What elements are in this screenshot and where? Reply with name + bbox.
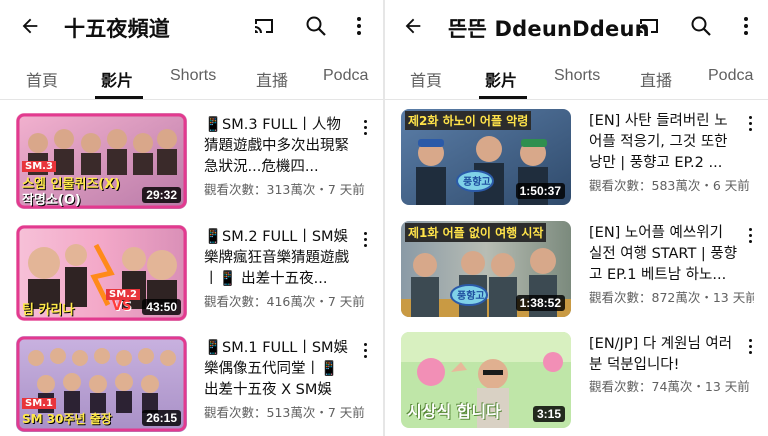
- video-duration: 1:38:52: [515, 295, 565, 311]
- search-icon[interactable]: [302, 12, 330, 40]
- video-more-icon[interactable]: [356, 338, 374, 362]
- video-more-icon[interactable]: [356, 115, 374, 139]
- channel-tabs: 首頁 影片 Shorts 直播 Podca: [385, 56, 768, 100]
- thumbnail-logo-text: 풍향고: [457, 291, 485, 302]
- tab-home[interactable]: 首頁: [26, 67, 58, 91]
- right-pane: 뜬뜬 DdeunDdeun 首頁 影片 Shorts 直播 Podca 제2화 …: [385, 0, 768, 436]
- video-title[interactable]: 📱SM.1 FULL丨SM娛樂偶像五代同堂丨📱 出差十五夜 X SM娛樂...: [204, 338, 354, 401]
- video-duration: 1:50:37: [515, 183, 565, 199]
- search-icon[interactable]: [687, 12, 715, 40]
- video-thumbnail[interactable]: SM.1 SM 30주년 출장 26:15: [16, 336, 187, 432]
- thumbnail-badge: SM.1: [22, 398, 56, 409]
- video-title[interactable]: [EN/JP] 다 계원님 여러분 덕분입니다!: [589, 334, 739, 376]
- video-duration: 43:50: [142, 299, 181, 315]
- video-item[interactable]: 제1화 어플 없이 여행 시작 풍향고 1:38:52 [EN] 노어플 예쓰위…: [385, 221, 768, 321]
- more-vertical-icon[interactable]: [345, 12, 373, 40]
- cast-icon[interactable]: [635, 12, 663, 40]
- channel-title: 十五夜頻道: [64, 17, 170, 41]
- video-duration: 26:15: [142, 410, 181, 426]
- thumbnail-caption: 작명소(O): [22, 193, 81, 208]
- thumbnail-caption: SM 30주년 출장: [22, 412, 112, 426]
- tab-videos[interactable]: 影片: [101, 67, 133, 91]
- video-item[interactable]: SM.3 스엠 인물퀴즈(X) 작명소(O) 29:32 📱SM.3 FULL丨…: [0, 113, 383, 213]
- video-thumbnail[interactable]: SM.3 스엠 인물퀴즈(X) 작명소(O) 29:32: [16, 113, 187, 209]
- active-tab-indicator: [479, 96, 527, 99]
- tab-podcasts[interactable]: Podca: [323, 67, 368, 85]
- video-title[interactable]: [EN] 사탄 들려버린 노어플 적응기, 그것 또한 낭만 | 풍향고 EP.…: [589, 111, 739, 174]
- tab-live[interactable]: 直播: [256, 67, 288, 91]
- left-pane: 十五夜頻道 首頁 影片 Shorts 直播 Podca SM.3 스엠 인물퀴즈…: [0, 0, 383, 436]
- video-title[interactable]: [EN] 노어플 예쓰위기 실전 여행 START | 풍향고 EP.1 베트남…: [589, 223, 739, 286]
- top-app-bar: 十五夜頻道: [0, 0, 383, 52]
- thumbnail-caption: 제2화 하노이 어플 악령: [405, 111, 532, 130]
- video-thumbnail[interactable]: 제1화 어플 없이 여행 시작 풍향고 1:38:52: [401, 221, 571, 317]
- video-more-icon[interactable]: [356, 227, 374, 251]
- video-thumbnail[interactable]: 제2화 하노이 어플 악령 풍향고 1:50:37: [401, 109, 571, 205]
- channel-title: 뜬뜬 DdeunDdeun: [448, 17, 650, 41]
- video-thumbnail[interactable]: SM.2 팀 카리나 VS 43:50: [16, 225, 187, 321]
- thumbnail-badge: SM.3: [22, 161, 56, 172]
- video-more-icon[interactable]: [741, 223, 759, 247]
- cast-icon[interactable]: [250, 12, 278, 40]
- video-meta: 觀看次數：872萬次・13 天前: [589, 290, 754, 305]
- tab-home[interactable]: 首頁: [410, 67, 442, 91]
- thumbnail-caption: 팀 카리나: [22, 303, 75, 318]
- video-item[interactable]: SM.1 SM 30주년 출장 26:15 📱SM.1 FULL丨SM娛樂偶像五…: [0, 336, 383, 436]
- tab-shorts[interactable]: Shorts: [170, 67, 216, 85]
- thumbnail-caption: VS: [112, 299, 132, 314]
- video-meta: 觀看次數：416萬次・7 天前: [204, 294, 365, 309]
- active-tab-indicator: [95, 96, 143, 99]
- video-item[interactable]: 제2화 하노이 어플 악령 풍향고 1:50:37 [EN] 사탄 들려버린 노…: [385, 109, 768, 209]
- video-meta: 觀看次數：74萬次・13 天前: [589, 379, 750, 394]
- video-title[interactable]: 📱SM.2 FULL丨SM娛樂牌瘋狂音樂猜題遊戲丨📱 出差十五夜...: [204, 227, 354, 290]
- tab-live[interactable]: 直播: [640, 67, 672, 91]
- tab-podcasts[interactable]: Podca: [708, 67, 753, 85]
- thumbnail-caption: 시상식 합니다: [407, 402, 501, 421]
- video-item[interactable]: 시상식 합니다 3:15 [EN/JP] 다 계원님 여러분 덕분입니다! 觀看…: [385, 332, 768, 432]
- video-item[interactable]: SM.2 팀 카리나 VS 43:50 📱SM.2 FULL丨SM娛樂牌瘋狂音樂…: [0, 225, 383, 325]
- video-title[interactable]: 📱SM.3 FULL丨人物猜題遊戲中多次出現緊急狀況...危機四...: [204, 115, 354, 178]
- video-meta: 觀看次數：513萬次・7 天前: [204, 405, 365, 420]
- back-arrow-icon[interactable]: [16, 12, 44, 40]
- video-more-icon[interactable]: [741, 334, 759, 358]
- video-duration: 3:15: [532, 406, 565, 422]
- video-meta: 觀看次數：313萬次・7 天前: [204, 182, 365, 197]
- back-arrow-icon[interactable]: [399, 12, 427, 40]
- channel-tabs: 首頁 影片 Shorts 直播 Podca: [0, 56, 383, 100]
- top-app-bar: 뜬뜬 DdeunDdeun: [385, 0, 768, 52]
- thumbnail-logo-text: 풍향고: [463, 177, 491, 188]
- video-duration: 29:32: [142, 187, 181, 203]
- tab-videos[interactable]: 影片: [485, 67, 517, 91]
- thumbnail-caption: 제1화 어플 없이 여행 시작: [405, 223, 547, 242]
- video-meta: 觀看次數：583萬次・6 天前: [589, 178, 750, 193]
- video-thumbnail[interactable]: 시상식 합니다 3:15: [401, 332, 571, 428]
- video-more-icon[interactable]: [741, 111, 759, 135]
- more-vertical-icon[interactable]: [732, 12, 760, 40]
- tab-shorts[interactable]: Shorts: [554, 67, 600, 85]
